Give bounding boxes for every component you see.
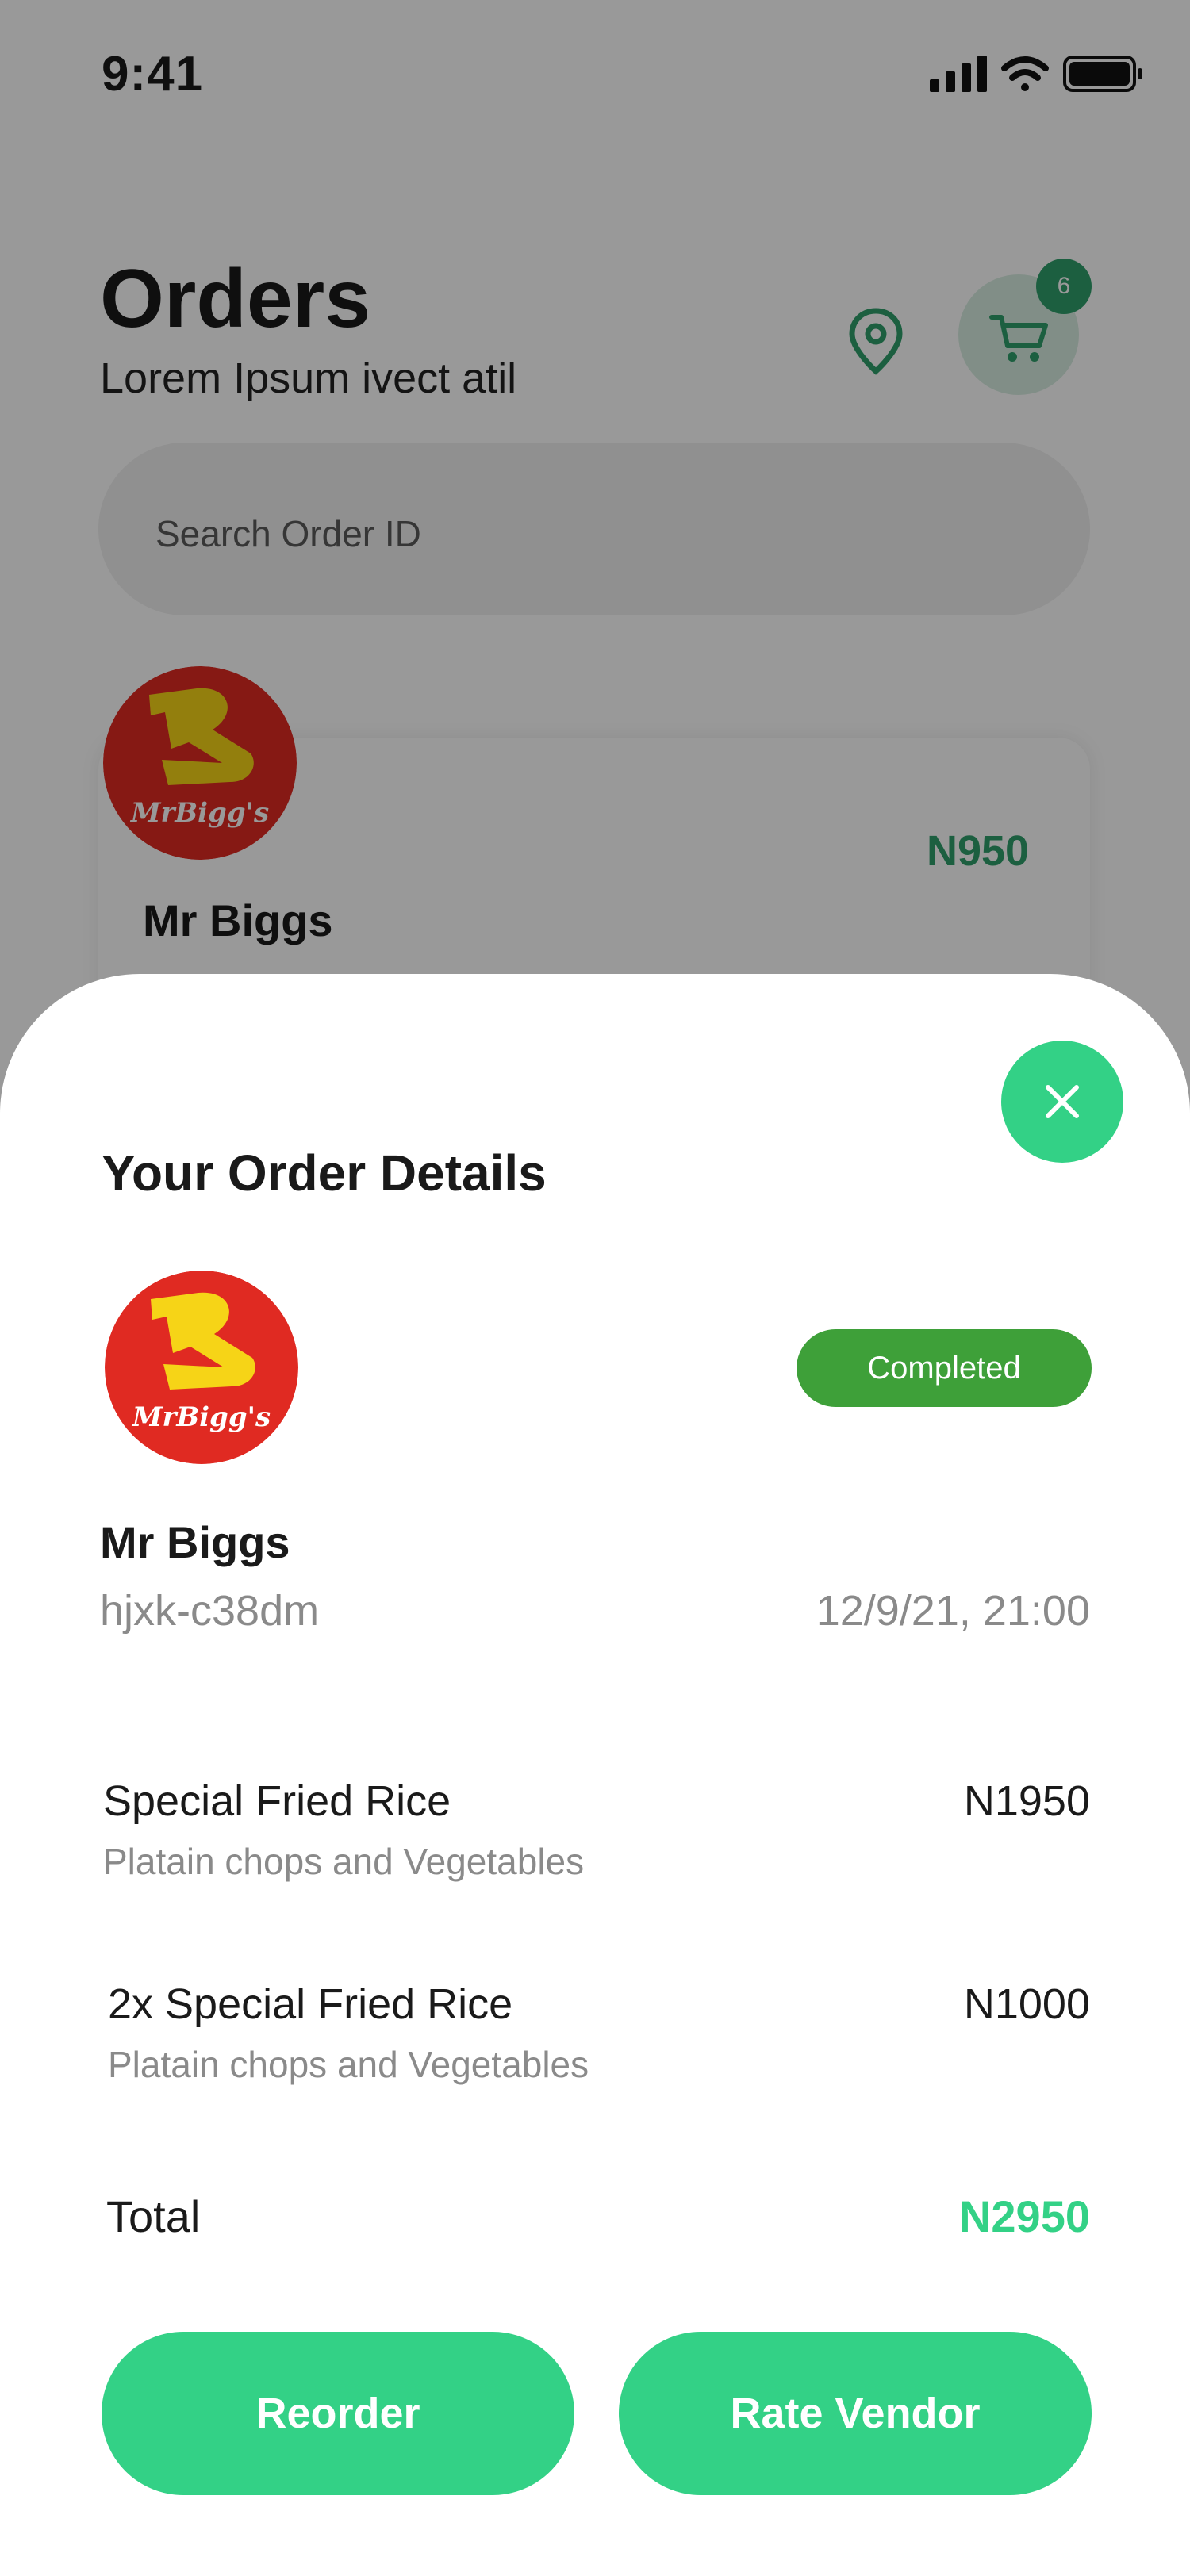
vendor-logo-text: MrBigg's xyxy=(132,1401,271,1433)
vendor-name: Mr Biggs xyxy=(100,1517,290,1567)
item-name: Special Fried Rice xyxy=(103,1777,451,1825)
item-description: Platain chops and Vegetables xyxy=(103,1841,585,1882)
order-date: 12/9/21, 21:00 xyxy=(816,1587,1090,1635)
close-button[interactable] xyxy=(1001,1041,1123,1163)
item-price: N1000 xyxy=(963,1980,1090,2028)
order-status-badge: Completed xyxy=(797,1329,1092,1407)
order-id: hjxk-c38dm xyxy=(100,1587,320,1635)
item-name: 2x Special Fried Rice xyxy=(108,1980,513,2028)
close-icon xyxy=(1046,1085,1079,1118)
sheet-title: Your Order Details xyxy=(102,1144,547,1202)
item-description: Platain chops and Vegetables xyxy=(108,2044,589,2085)
rate-vendor-button[interactable]: Rate Vendor xyxy=(619,2332,1092,2495)
total-label: Total xyxy=(106,2191,201,2241)
item-price: N1950 xyxy=(963,1777,1090,1825)
total-value: N2950 xyxy=(958,2191,1090,2241)
reorder-button[interactable]: Reorder xyxy=(102,2332,574,2495)
vendor-logo: MrBigg's xyxy=(105,1271,298,1464)
